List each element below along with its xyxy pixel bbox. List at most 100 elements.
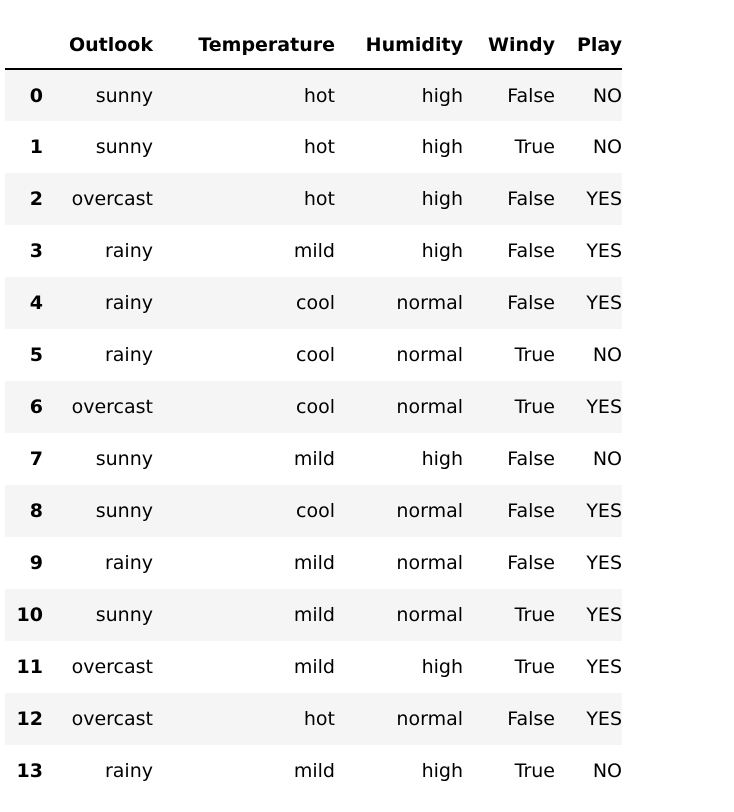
cell-temperature: cool	[296, 396, 335, 418]
cell-outlook: sunny	[95, 604, 153, 626]
cell-outlook: rainy	[104, 760, 153, 782]
cell-windy: True	[514, 136, 555, 158]
column-header-outlook: Outlook	[43, 22, 153, 70]
cell-play: YES	[586, 708, 622, 730]
table-row: 13 rainy mild high True NO	[5, 745, 622, 797]
cell-temperature: cool	[296, 344, 335, 366]
cell-humidity: high	[421, 760, 463, 782]
cell-play: YES	[586, 500, 622, 522]
table-header-row: Outlook Temperature Humidity Windy Play	[5, 22, 622, 70]
row-index-cell: 5	[29, 344, 43, 366]
cell-humidity: high	[421, 188, 463, 210]
cell-windy: False	[507, 84, 555, 107]
cell-temperature: hot	[303, 708, 335, 730]
cell-temperature: mild	[293, 240, 335, 262]
table-row: 0 sunny hot high False NO	[5, 69, 622, 121]
cell-temperature: mild	[293, 760, 335, 782]
row-index-cell: 8	[29, 500, 43, 522]
column-header-humidity: Humidity	[335, 22, 463, 70]
table-row: 10 sunny mild normal True YES	[5, 589, 622, 641]
cell-outlook: sunny	[95, 448, 153, 470]
dataframe-container: Outlook Temperature Humidity Windy Play …	[5, 22, 622, 797]
row-index-cell: 4	[29, 292, 43, 314]
cell-play: NO	[592, 448, 622, 470]
table-row: 7 sunny mild high False NO	[5, 433, 622, 485]
cell-windy: True	[514, 604, 555, 626]
cell-humidity: high	[421, 656, 463, 678]
row-index-cell: 2	[29, 188, 43, 210]
cell-windy: True	[514, 760, 555, 782]
table-row: 1 sunny hot high True NO	[5, 121, 622, 173]
cell-windy: False	[507, 292, 555, 314]
table-row: 11 overcast mild high True YES	[5, 641, 622, 693]
table-body: 0 sunny hot high False NO 1 sunny hot high True NO 2…	[5, 69, 622, 797]
cell-humidity: normal	[396, 604, 463, 626]
column-header-windy: Windy	[463, 22, 555, 70]
row-index-cell: 11	[16, 656, 43, 678]
cell-temperature: hot	[303, 136, 335, 158]
cell-play: NO	[592, 136, 622, 158]
cell-temperature: mild	[293, 656, 335, 678]
cell-windy: False	[507, 500, 555, 522]
cell-outlook: overcast	[71, 656, 153, 678]
cell-humidity: high	[421, 84, 463, 107]
cell-humidity: normal	[396, 292, 463, 314]
row-index-cell: 10	[16, 604, 43, 626]
cell-windy: True	[514, 344, 555, 366]
cell-humidity: normal	[396, 500, 463, 522]
cell-temperature: mild	[293, 552, 335, 574]
row-index-cell: 3	[29, 240, 43, 262]
table-row: 6 overcast cool normal True YES	[5, 381, 622, 433]
cell-windy: False	[507, 552, 555, 574]
cell-windy: False	[507, 708, 555, 730]
cell-outlook: rainy	[104, 292, 153, 314]
table-row: 5 rainy cool normal True NO	[5, 329, 622, 381]
table-row: 8 sunny cool normal False YES	[5, 485, 622, 537]
cell-play: YES	[586, 240, 622, 262]
cell-play: YES	[586, 552, 622, 574]
cell-play: YES	[586, 604, 622, 626]
cell-outlook: rainy	[104, 344, 153, 366]
cell-temperature: mild	[293, 604, 335, 626]
table-header: Outlook Temperature Humidity Windy Play	[5, 22, 622, 70]
row-index-cell: 0	[29, 84, 43, 107]
cell-outlook: sunny	[95, 136, 153, 158]
cell-outlook: overcast	[71, 188, 153, 210]
cell-windy: False	[507, 240, 555, 262]
cell-play: NO	[592, 344, 622, 366]
row-index-cell: 13	[16, 760, 43, 782]
cell-temperature: mild	[293, 448, 335, 470]
cell-outlook: rainy	[104, 240, 153, 262]
cell-play: YES	[586, 188, 622, 210]
row-index-cell: 12	[16, 708, 43, 730]
row-index-cell: 6	[29, 396, 43, 418]
cell-humidity: normal	[396, 552, 463, 574]
cell-play: YES	[586, 292, 622, 314]
column-header-temperature: Temperature	[153, 22, 335, 70]
cell-humidity: normal	[396, 708, 463, 730]
cell-humidity: high	[421, 240, 463, 262]
row-index-cell: 1	[29, 136, 43, 158]
cell-windy: True	[514, 656, 555, 678]
cell-outlook: sunny	[95, 84, 153, 107]
cell-temperature: hot	[303, 84, 335, 107]
cell-play: NO	[592, 760, 622, 782]
cell-outlook: overcast	[71, 708, 153, 730]
cell-humidity: high	[421, 448, 463, 470]
row-index-cell: 7	[29, 448, 43, 470]
cell-temperature: cool	[296, 292, 335, 314]
table-row: 9 rainy mild normal False YES	[5, 537, 622, 589]
column-header-index	[5, 22, 43, 70]
cell-temperature: hot	[303, 188, 335, 210]
dataframe-table: Outlook Temperature Humidity Windy Play …	[5, 22, 622, 797]
table-row: 4 rainy cool normal False YES	[5, 277, 622, 329]
cell-temperature: cool	[296, 500, 335, 522]
cell-outlook: overcast	[71, 396, 153, 418]
cell-windy: False	[507, 448, 555, 470]
table-row: 12 overcast hot normal False YES	[5, 693, 622, 745]
cell-humidity: high	[421, 136, 463, 158]
cell-outlook: rainy	[104, 552, 153, 574]
table-row: 2 overcast hot high False YES	[5, 173, 622, 225]
cell-play: YES	[586, 656, 622, 678]
cell-windy: False	[507, 188, 555, 210]
